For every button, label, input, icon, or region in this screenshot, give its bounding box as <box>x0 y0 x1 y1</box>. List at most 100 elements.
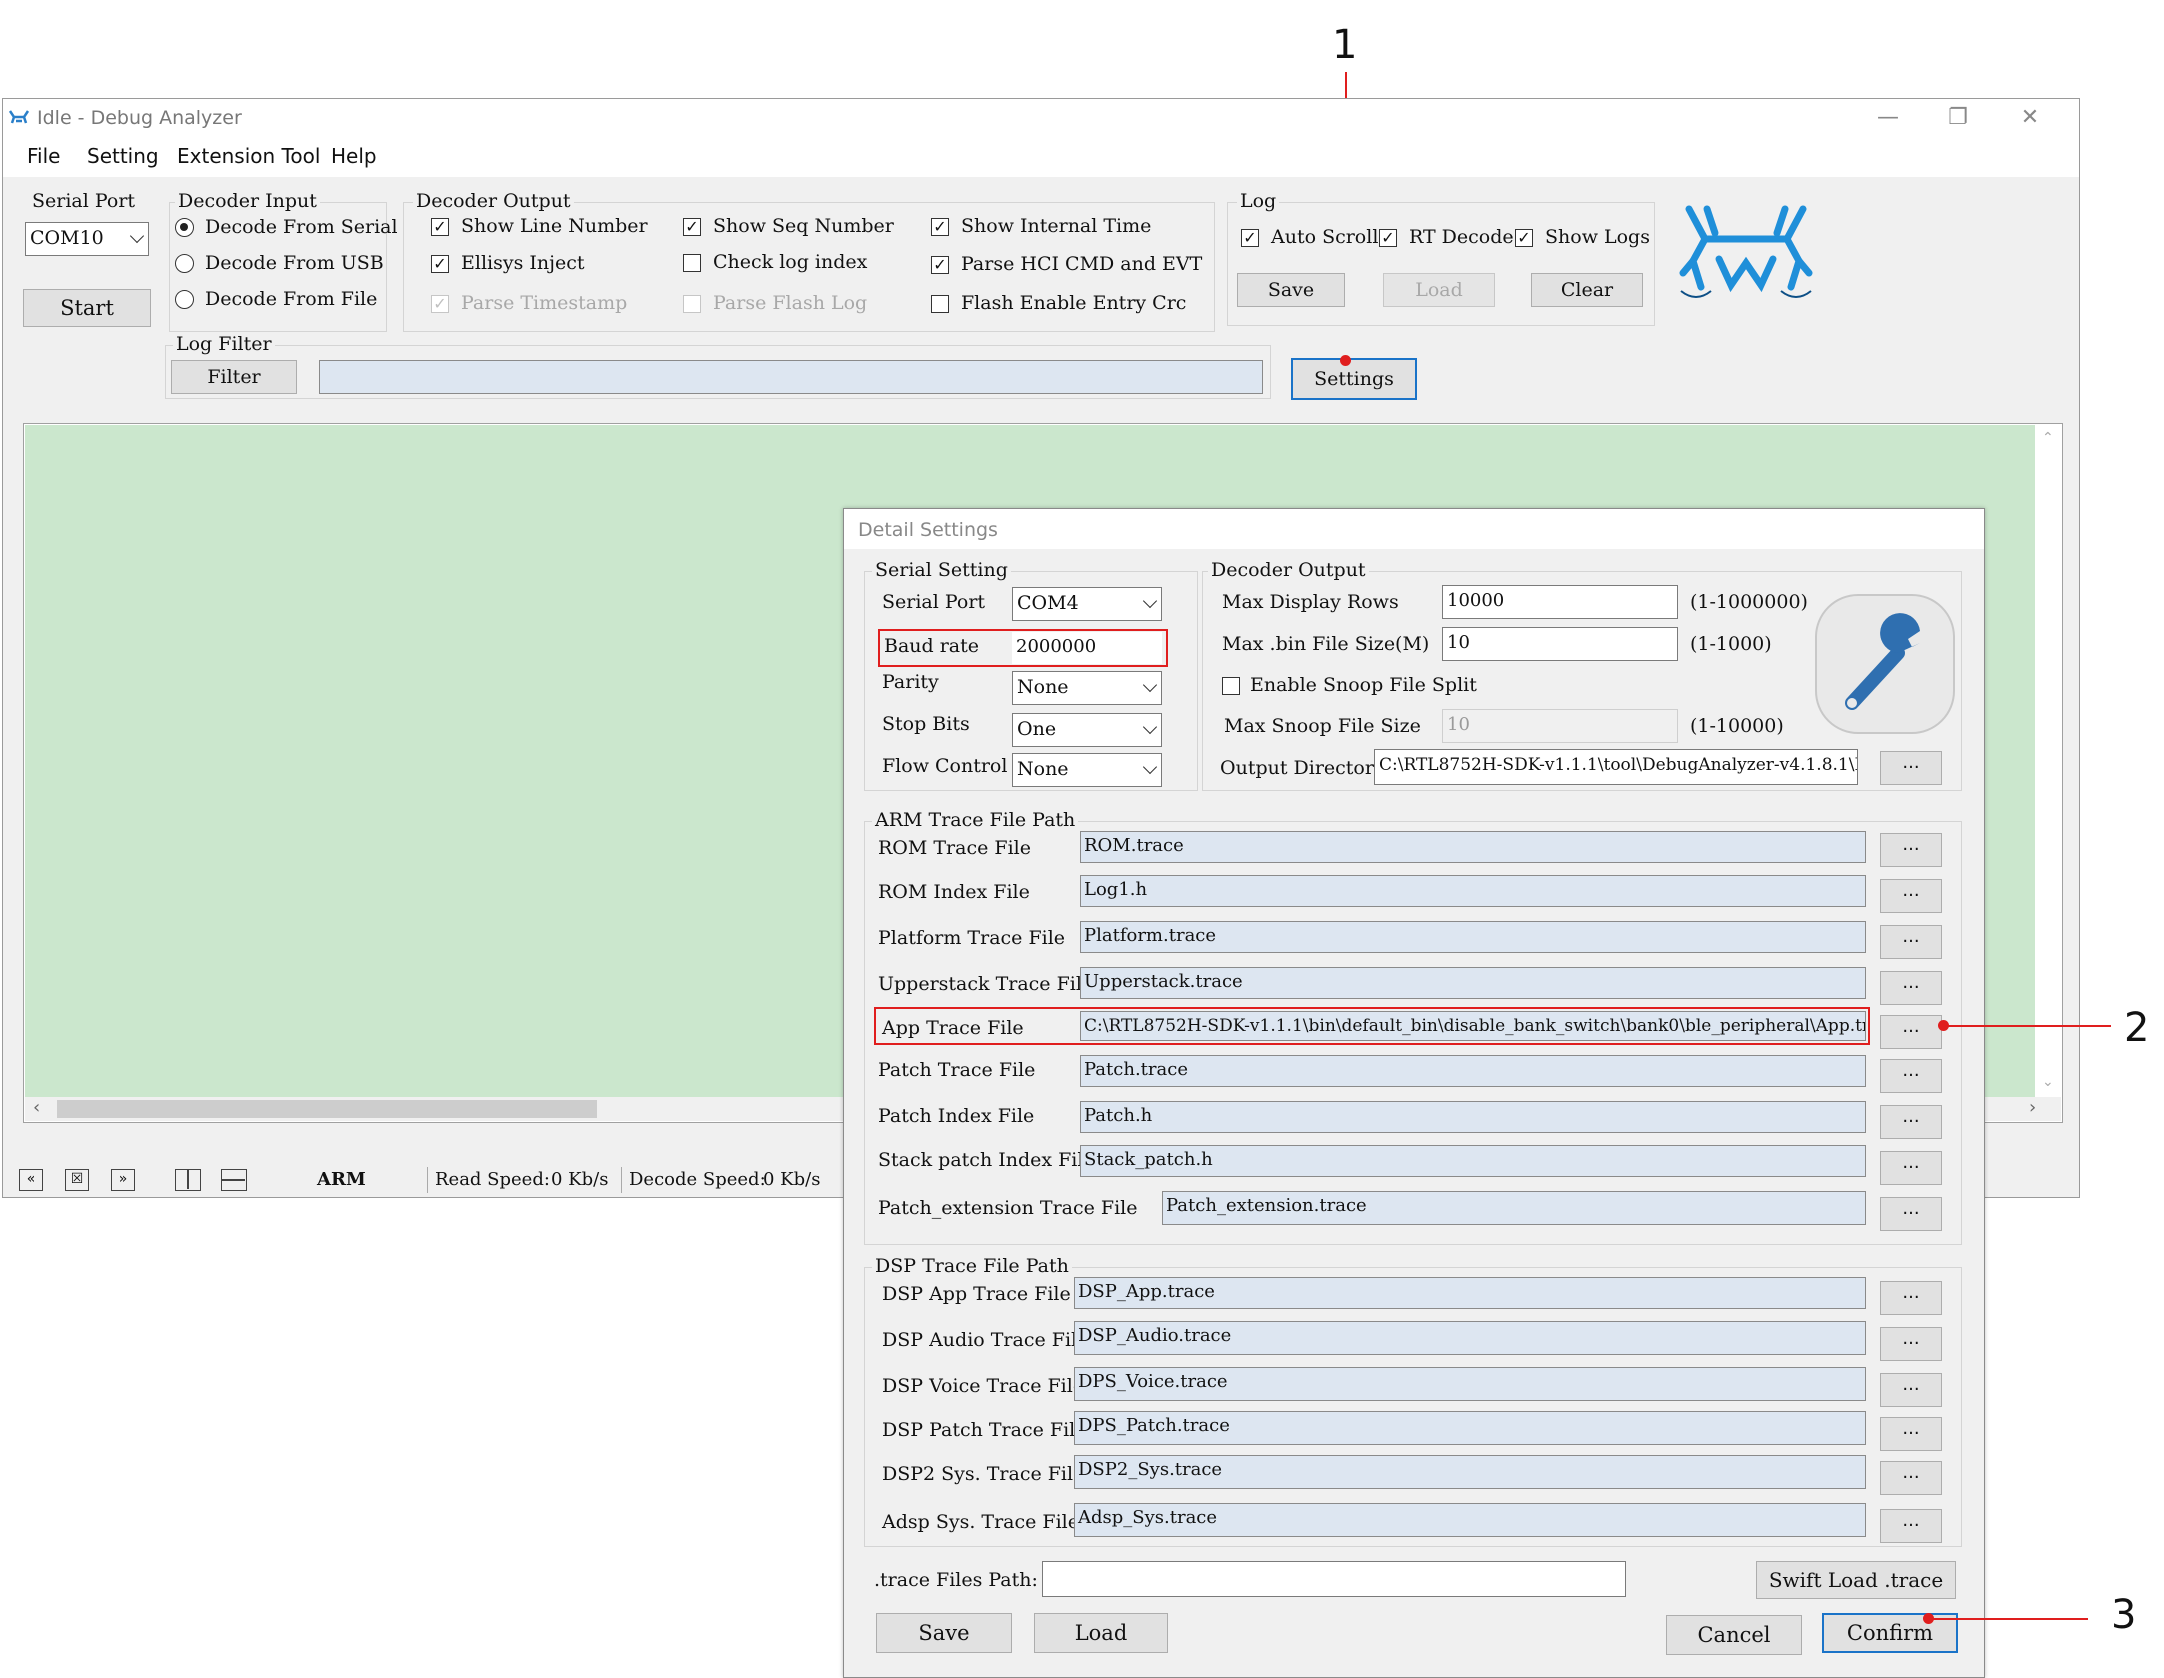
max-snoop-size-label: Max Snoop File Size <box>1224 715 1421 737</box>
filter-button[interactable]: Filter <box>171 360 297 394</box>
rom-trace-input[interactable]: ROM.trace <box>1080 831 1866 863</box>
flash-enable-entry-crc-checkbox[interactable] <box>931 295 949 313</box>
dsp-patch-trace-browse-button[interactable]: ... <box>1880 1417 1942 1451</box>
menu-help[interactable]: Help <box>331 144 377 168</box>
flow-control-select[interactable]: None <box>1012 753 1162 787</box>
stack-patch-index-input[interactable]: Stack_patch.h <box>1080 1145 1866 1177</box>
minimize-icon[interactable]: — <box>1863 101 1913 135</box>
dsp2-sys-trace-browse-button[interactable]: ... <box>1880 1461 1942 1495</box>
dlg-serial-port-select[interactable]: COM4 <box>1012 587 1162 621</box>
menu-file[interactable]: File <box>27 144 60 168</box>
callout-dot-2 <box>1938 1020 1949 1031</box>
callout-dot-1 <box>1340 355 1351 366</box>
platform-trace-label: Platform Trace File <box>878 927 1066 949</box>
platform-trace-browse-button[interactable]: ... <box>1880 925 1942 959</box>
start-button[interactable]: Start <box>23 289 151 327</box>
patch-index-browse-button[interactable]: ... <box>1880 1105 1942 1139</box>
scroll-down-icon[interactable]: ⌄ <box>2042 1074 2056 1090</box>
adsp-sys-trace-browse-button[interactable]: ... <box>1880 1509 1942 1543</box>
dsp-voice-trace-input[interactable]: DPS_Voice.trace <box>1074 1367 1866 1401</box>
upperstack-trace-browse-button[interactable]: ... <box>1880 971 1942 1005</box>
upperstack-trace-input[interactable]: Upperstack.trace <box>1080 967 1866 999</box>
decode-from-usb-radio[interactable] <box>175 254 194 273</box>
max-display-rows-input[interactable]: 10000 <box>1442 585 1678 619</box>
dsp-voice-trace-browse-button[interactable]: ... <box>1880 1373 1942 1407</box>
show-internal-time-checkbox[interactable]: ✓ <box>931 218 949 236</box>
scroll-thumb[interactable] <box>57 1100 597 1118</box>
parity-select[interactable]: None <box>1012 671 1162 705</box>
show-internal-time-label: Show Internal Time <box>961 215 1152 237</box>
dialog-cancel-button[interactable]: Cancel <box>1666 1615 1802 1655</box>
scroll-left-icon[interactable]: ‹ <box>33 1097 40 1118</box>
dialog-load-button[interactable]: Load <box>1034 1613 1168 1653</box>
dialog-save-button[interactable]: Save <box>876 1613 1012 1653</box>
dsp-audio-trace-input[interactable]: DSP_Audio.trace <box>1074 1321 1866 1355</box>
parse-hci-checkbox[interactable]: ✓ <box>931 256 949 274</box>
patch-trace-browse-button[interactable]: ... <box>1880 1059 1942 1093</box>
patch-extension-trace-browse-button[interactable]: ... <box>1880 1197 1942 1231</box>
parse-flash-log-checkbox <box>683 295 701 313</box>
patch-extension-trace-input[interactable]: Patch_extension.trace <box>1162 1191 1866 1225</box>
rom-index-input[interactable]: Log1.h <box>1080 875 1866 907</box>
trace-files-path-input[interactable] <box>1042 1561 1626 1597</box>
dsp-audio-trace-browse-button[interactable]: ... <box>1880 1327 1942 1361</box>
app-trace-browse-button[interactable]: ... <box>1880 1015 1942 1049</box>
show-line-number-checkbox[interactable]: ✓ <box>431 218 449 236</box>
trace-files-path-label: .trace Files Path: <box>874 1569 1038 1591</box>
stack-patch-index-label: Stack patch Index File <box>878 1149 1095 1171</box>
baud-rate-input[interactable]: 2000000 <box>1012 632 1162 664</box>
show-logs-checkbox[interactable]: ✓ <box>1515 229 1533 247</box>
settings-button[interactable]: Settings <box>1291 358 1417 400</box>
rt-decode-checkbox[interactable]: ✓ <box>1379 229 1397 247</box>
split-horizontal-icon[interactable] <box>221 1169 247 1191</box>
scroll-right-icon[interactable]: › <box>2029 1097 2036 1118</box>
log-filter-input[interactable] <box>319 360 1263 394</box>
swift-load-trace-button[interactable]: Swift Load .trace <box>1756 1561 1956 1599</box>
enable-snoop-split-checkbox[interactable] <box>1222 677 1240 695</box>
stop-icon[interactable]: ☒ <box>65 1169 89 1191</box>
menu-extension-tool[interactable]: Extension Tool <box>177 144 320 168</box>
show-seq-number-checkbox[interactable]: ✓ <box>683 218 701 236</box>
scroll-up-icon[interactable]: ⌃ <box>2042 430 2056 446</box>
auto-scroll-checkbox[interactable]: ✓ <box>1241 229 1259 247</box>
log-save-button[interactable]: Save <box>1237 273 1345 307</box>
decode-from-file-radio[interactable] <box>175 290 194 309</box>
ellisys-inject-label: Ellisys Inject <box>461 252 585 274</box>
log-clear-button[interactable]: Clear <box>1531 273 1643 307</box>
app-trace-input[interactable]: C:\RTL8752H-SDK-v1.1.1\bin\default_bin\d… <box>1080 1011 1866 1041</box>
ellisys-inject-checkbox[interactable]: ✓ <box>431 255 449 273</box>
dsp-patch-trace-input[interactable]: DPS_Patch.trace <box>1074 1411 1866 1445</box>
max-bin-size-input[interactable]: 10 <box>1442 627 1678 661</box>
serial-port-select[interactable]: COM10 <box>25 222 149 256</box>
dsp2-sys-trace-input[interactable]: DSP2_Sys.trace <box>1074 1455 1866 1489</box>
last-page-icon[interactable]: » <box>111 1169 135 1191</box>
callout-1: 1 <box>1332 22 1358 68</box>
rt-decode-label: RT Decode <box>1409 226 1514 248</box>
split-vertical-icon[interactable] <box>175 1169 201 1191</box>
rom-trace-browse-button[interactable]: ... <box>1880 833 1942 867</box>
callout-line-2 <box>1943 1025 2111 1027</box>
adsp-sys-trace-input[interactable]: Adsp_Sys.trace <box>1074 1503 1866 1537</box>
restore-icon[interactable]: ❐ <box>1933 101 1983 135</box>
callout-dot-3 <box>1923 1613 1934 1624</box>
flow-control-label: Flow Control <box>882 755 1008 777</box>
decode-from-serial-radio[interactable] <box>175 218 194 237</box>
platform-trace-input[interactable]: Platform.trace <box>1080 921 1866 953</box>
stop-bits-select[interactable]: One <box>1012 713 1162 747</box>
menu-setting[interactable]: Setting <box>87 144 159 168</box>
patch-index-input[interactable]: Patch.h <box>1080 1101 1866 1133</box>
check-log-index-checkbox[interactable] <box>683 254 701 272</box>
dsp-app-trace-input[interactable]: DSP_App.trace <box>1074 1277 1866 1309</box>
app-icon <box>8 109 30 127</box>
output-directory-input[interactable]: C:\RTL8752H-SDK-v1.1.1\tool\DebugAnalyze… <box>1374 749 1858 785</box>
close-icon[interactable]: ✕ <box>2005 101 2055 135</box>
output-directory-browse-button[interactable]: ... <box>1880 751 1942 785</box>
chevron-down-icon <box>1142 719 1158 735</box>
first-page-icon[interactable]: « <box>19 1169 43 1191</box>
rom-index-browse-button[interactable]: ... <box>1880 879 1942 913</box>
stack-patch-index-browse-button[interactable]: ... <box>1880 1151 1942 1185</box>
callout-line-3 <box>1928 1618 2088 1620</box>
dsp-app-trace-browse-button[interactable]: ... <box>1880 1281 1942 1315</box>
patch-trace-input[interactable]: Patch.trace <box>1080 1055 1866 1087</box>
log-load-button: Load <box>1383 273 1495 307</box>
